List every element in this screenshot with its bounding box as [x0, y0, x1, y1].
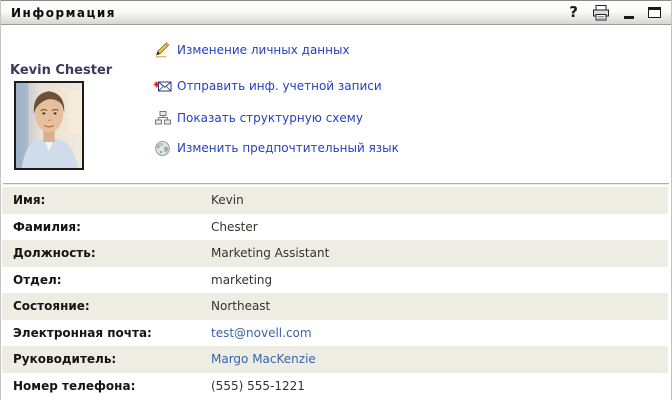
email-link[interactable]: test@novell.com [211, 326, 312, 340]
action-edit-personal-data[interactable]: Изменение личных данных [153, 41, 350, 59]
detail-label: Фамилия: [13, 220, 211, 234]
detail-row-department: Отдел: marketing [2, 267, 668, 294]
detail-label: Отдел: [13, 273, 211, 287]
action-link-edit-personal-data[interactable]: Изменение личных данных [177, 43, 350, 57]
detail-value: Chester [211, 220, 258, 234]
portlet-title: Информация [11, 6, 116, 20]
detail-row-first-name: Имя: Kevin [2, 187, 668, 214]
detail-row-last-name: Фамилия: Chester [2, 214, 668, 241]
detail-label: Номер телефона: [13, 379, 211, 393]
detail-row-email: Электронная почта: test@novell.com [2, 320, 668, 347]
detail-value: Kevin [211, 193, 244, 207]
minimize-icon[interactable] [624, 4, 634, 22]
manager-link[interactable]: Margo MacKenzie [211, 352, 316, 366]
action-link-show-org-chart[interactable]: Показать структурную схему [177, 111, 363, 125]
globe-icon [153, 140, 172, 156]
detail-value: Northeast [211, 299, 270, 313]
detail-row-manager: Руководитель: Margo MacKenzie [2, 346, 668, 373]
detail-label: Электронная почта: [13, 326, 211, 340]
pencil-icon [153, 42, 172, 58]
action-link-change-preferred-language[interactable]: Изменить предпочтительный язык [177, 141, 399, 155]
titlebar-controls: ? [569, 4, 661, 22]
portrait-illustration [16, 83, 82, 168]
detail-label: Состояние: [13, 299, 211, 313]
detail-row-phone: Номер телефона: (555) 555-1221 [2, 373, 668, 400]
send-mail-icon [153, 78, 172, 94]
maximize-icon[interactable] [648, 4, 661, 22]
detail-value: Marketing Assistant [211, 246, 329, 260]
action-link-send-account-info[interactable]: Отправить инф. учетной записи [177, 79, 382, 93]
titlebar: Информация ? [1, 0, 671, 25]
detail-value: (555) 555-1221 [211, 379, 305, 393]
action-send-account-info[interactable]: Отправить инф. учетной записи [153, 77, 382, 95]
detail-label: Руководитель: [13, 352, 211, 366]
org-chart-icon [153, 110, 172, 126]
detail-value: marketing [211, 273, 272, 287]
print-icon[interactable] [592, 4, 610, 22]
portlet-content: Kevin Chester [1, 25, 671, 400]
detail-label: Имя: [13, 193, 211, 207]
detail-label: Должность: [13, 246, 211, 260]
detail-row-title: Должность: Marketing Assistant [2, 240, 668, 267]
action-change-preferred-language[interactable]: Изменить предпочтительный язык [153, 139, 399, 157]
user-photo [14, 81, 84, 170]
details-table: Имя: Kevin Фамилия: Chester Должность: M… [2, 187, 668, 399]
information-portlet: Информация ? Kevin Chester [0, 0, 672, 400]
section-divider [3, 183, 669, 185]
user-display-name: Kevin Chester [10, 63, 112, 78]
detail-row-region: Состояние: Northeast [2, 293, 668, 320]
help-icon[interactable]: ? [569, 4, 578, 22]
action-show-org-chart[interactable]: Показать структурную схему [153, 109, 363, 127]
